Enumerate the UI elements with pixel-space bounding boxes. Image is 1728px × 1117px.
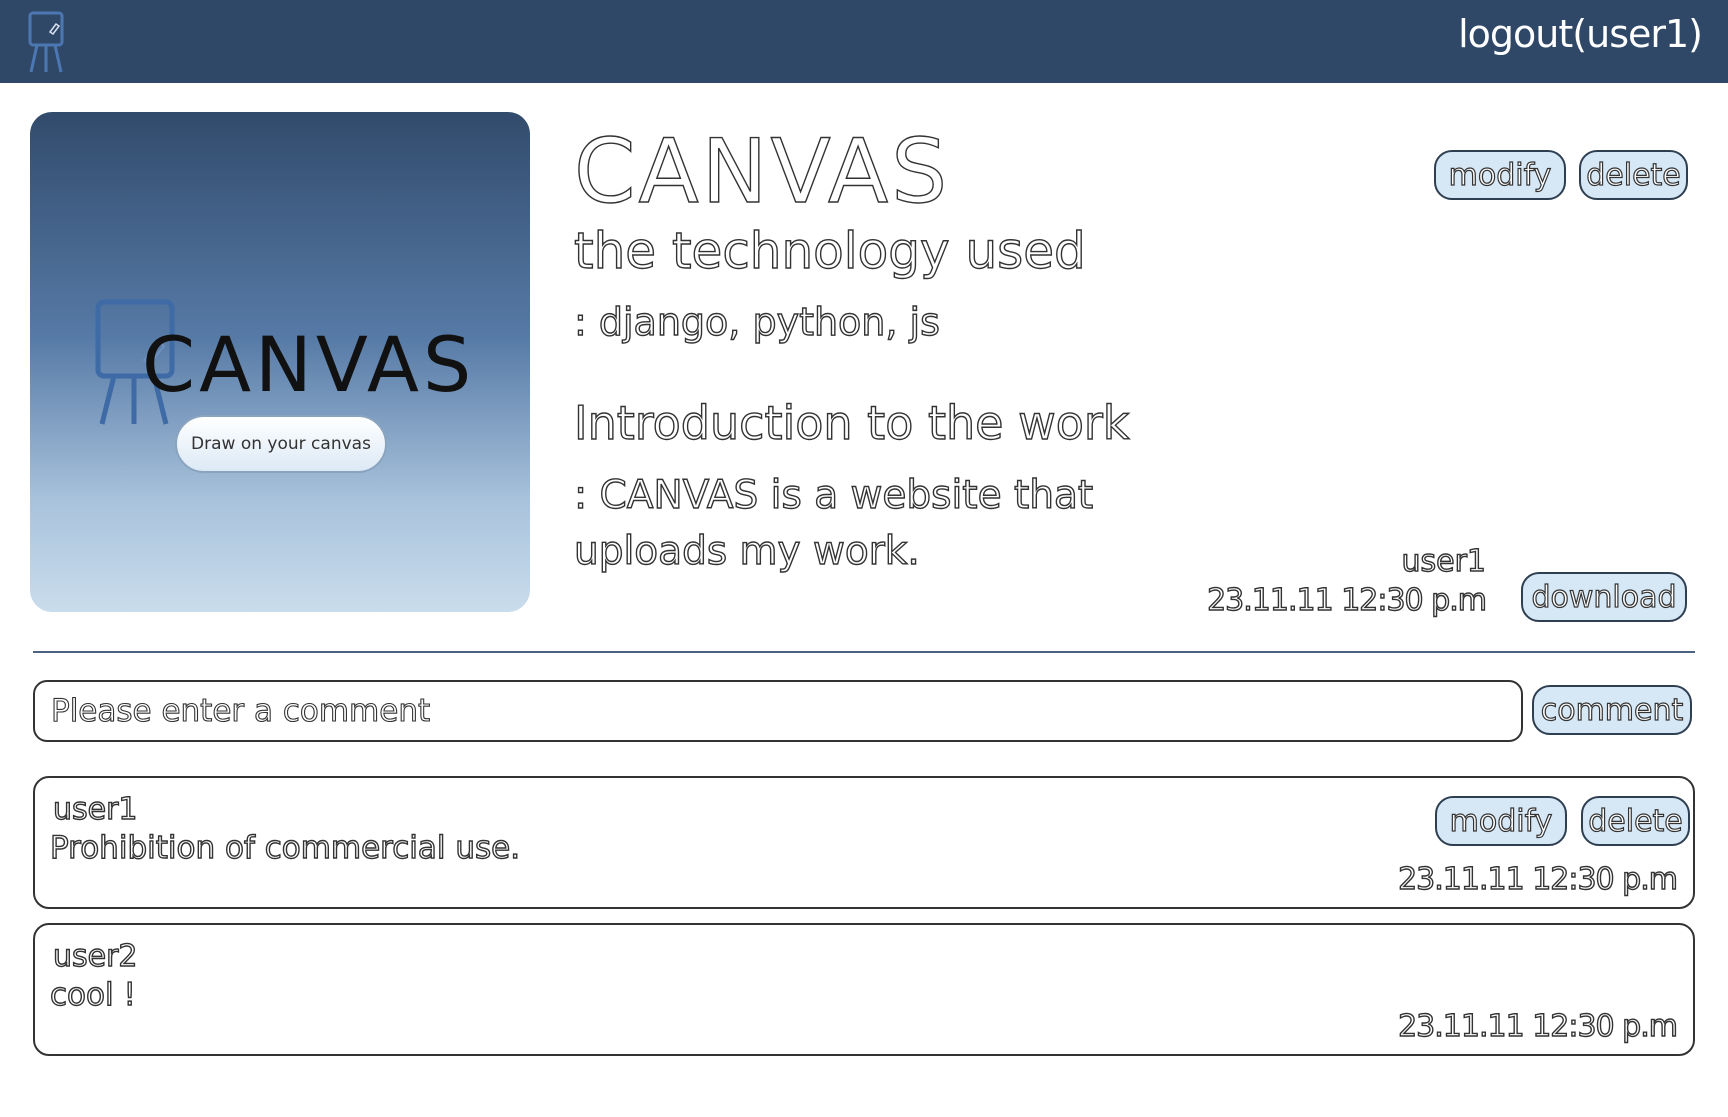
section-divider (33, 651, 1695, 653)
post-title: CANVAS (573, 119, 951, 223)
work-thumbnail: CANVAS Draw on your canvas (30, 112, 530, 612)
comment-item: user2 cool ! 23.11.11 12:30 p.m (33, 923, 1695, 1056)
post-date: 23.11.11 12:30 p.m (1206, 582, 1487, 618)
delete-comment-button[interactable]: delete (1581, 796, 1690, 846)
intro-heading: Introduction to the work (573, 395, 1130, 450)
submit-comment-button[interactable]: comment (1532, 685, 1692, 735)
comment-author: user2 (52, 938, 138, 974)
comment-item: user1 Prohibition of commercial use. mod… (33, 776, 1695, 909)
top-navbar: logout(user1) (0, 0, 1728, 83)
tech-heading: the technology used (573, 221, 1086, 280)
comment-author: user1 (52, 791, 138, 827)
modify-comment-button[interactable]: modify (1435, 796, 1567, 846)
intro-value: : CANVAS is a website that uploads my wo… (573, 472, 1094, 574)
comment-date: 23.11.11 12:30 p.m (1397, 1008, 1678, 1044)
easel-icon[interactable] (26, 10, 72, 74)
delete-post-button[interactable]: delete (1579, 150, 1688, 200)
draw-canvas-button[interactable]: Draw on your canvas (175, 415, 387, 473)
comment-input[interactable] (33, 680, 1523, 742)
logout-link[interactable]: logout(user1) (1458, 12, 1703, 56)
comment-text: Prohibition of commercial use. (49, 829, 521, 866)
post-author: user1 (1401, 543, 1487, 579)
tech-value: : django, python, js (573, 299, 940, 344)
comment-text: cool ! (49, 976, 136, 1013)
modify-post-button[interactable]: modify (1434, 150, 1566, 200)
download-button[interactable]: download (1521, 572, 1687, 622)
comment-date: 23.11.11 12:30 p.m (1397, 861, 1678, 897)
hero-title: CANVAS (142, 320, 476, 409)
